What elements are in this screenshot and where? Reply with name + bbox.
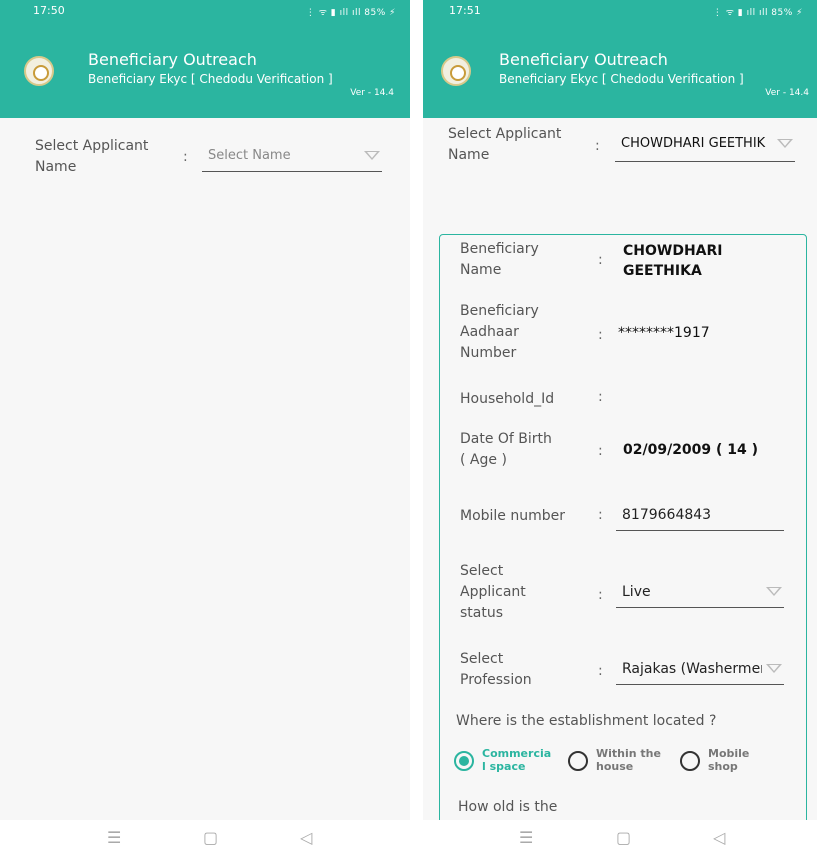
select-placeholder: Select Name — [208, 148, 291, 163]
app-subtitle: Beneficiary Ekyc [ Chedodu Verification … — [88, 72, 333, 86]
status-icons: ⋮ ᯤ ▮ ıll ıll 85% ⚡ — [712, 8, 803, 18]
menu-icon[interactable]: ☰ — [107, 828, 121, 847]
option-line: house — [596, 760, 634, 773]
dob-value: 02/09/2009 ( 14 ) — [623, 442, 759, 458]
dob-label: Date Of Birth ( Age ) — [460, 429, 552, 471]
applicant-status-label: Select Applicant status — [460, 561, 526, 624]
label-line: Date Of Birth — [460, 431, 552, 447]
mobile-label: Mobile number — [460, 508, 566, 524]
label-line: Select — [460, 651, 504, 667]
beneficiary-card: Beneficiary Name : CHOWDHARI GEETHIKA Be… — [439, 234, 807, 820]
value-line: CHOWDHARI — [623, 243, 723, 259]
mobile-value: 8179664843 — [622, 507, 712, 523]
label-line: status — [460, 605, 504, 621]
profession-label: Select Profession — [460, 649, 532, 691]
label-line: Number — [460, 345, 517, 361]
dropdown-arrow-icon — [766, 587, 782, 596]
label-line: Name — [460, 262, 502, 278]
colon: : — [598, 587, 603, 603]
label-line: ( Age ) — [460, 452, 507, 468]
label-line: Applicant — [460, 584, 526, 600]
app-subtitle: Beneficiary Ekyc [ Chedodu Verification … — [499, 72, 744, 86]
status-bar: 17:51 ⋮ ᯤ ▮ ıll ıll 85% ⚡ — [423, 0, 817, 22]
radio-commercial-space[interactable] — [454, 751, 474, 771]
emblem-icon — [441, 56, 471, 86]
label-line: Beneficiary — [460, 241, 539, 257]
home-icon[interactable]: ▢ — [203, 828, 218, 847]
option-line: l space — [482, 760, 526, 773]
option-line: Within the — [596, 747, 661, 760]
app-title: Beneficiary Outreach — [499, 50, 668, 69]
right-screen: 17:51 ⋮ ᯤ ▮ ıll ıll 85% ⚡ Beneficiary Ou… — [423, 0, 817, 820]
option-line: Commercia — [482, 747, 552, 760]
applicant-name-select[interactable]: CHOWDHARI GEETHIK — [615, 136, 795, 162]
profession-select[interactable]: Rajakas (Washermen) — [616, 661, 784, 685]
aadhaar-value: ********1917 — [618, 325, 710, 341]
radio-within-house[interactable] — [568, 751, 588, 771]
household-label: Household_Id — [460, 391, 555, 407]
label-line: Profession — [460, 672, 532, 688]
menu-icon[interactable]: ☰ — [519, 828, 533, 847]
dropdown-arrow-icon — [777, 139, 793, 148]
colon: : — [595, 138, 600, 154]
label-line: Aadhaar — [460, 324, 519, 340]
applicant-label-line1: Select Applicant — [448, 126, 562, 142]
dropdown-arrow-icon — [766, 664, 782, 673]
applicant-label-line1: Select Applicant — [35, 138, 149, 154]
applicant-label-line2: Name — [448, 147, 490, 163]
status-bar: 17:50 ⋮ ᯤ ▮ ıll ıll 85% ⚡ — [0, 0, 410, 22]
app-bar: Beneficiary Outreach Beneficiary Ekyc [ … — [0, 22, 410, 118]
applicant-status-select[interactable]: Live — [616, 584, 784, 608]
app-version: Ver - 14.4 — [765, 88, 809, 98]
beneficiary-name-value: CHOWDHARI GEETHIKA — [623, 241, 723, 281]
status-value: Live — [622, 584, 651, 600]
radio-label-within-house: Within the house — [596, 747, 661, 773]
colon: : — [598, 507, 603, 523]
applicant-label: Select Applicant Name — [35, 136, 148, 178]
applicant-label-line2: Name — [35, 159, 77, 175]
aadhaar-label: Beneficiary Aadhaar Number — [460, 301, 539, 364]
profession-value: Rajakas (Washermen) — [622, 661, 762, 677]
selected-applicant: CHOWDHARI GEETHIK — [621, 136, 766, 151]
back-icon[interactable]: ◁ — [300, 828, 312, 847]
colon: : — [598, 443, 603, 459]
status-time: 17:50 — [33, 4, 65, 17]
colon: : — [598, 327, 603, 343]
colon: : — [598, 663, 603, 679]
left-screen: 17:50 ⋮ ᯤ ▮ ıll ıll 85% ⚡ Beneficiary Ou… — [0, 0, 410, 820]
value-line: GEETHIKA — [623, 263, 702, 279]
colon: : — [598, 389, 603, 405]
left-nav-bar: ☰ ▢ ◁ — [0, 820, 410, 860]
right-nav-bar: ☰ ▢ ◁ — [423, 820, 817, 860]
establishment-question: Where is the establishment located ? — [456, 713, 717, 729]
status-icons: ⋮ ᯤ ▮ ıll ıll 85% ⚡ — [305, 8, 396, 18]
home-icon[interactable]: ▢ — [616, 828, 631, 847]
app-bar: Beneficiary Outreach Beneficiary Ekyc [ … — [423, 22, 817, 118]
option-line: shop — [708, 760, 738, 773]
colon: : — [183, 149, 188, 165]
status-time: 17:51 — [449, 4, 481, 17]
beneficiary-name-label: Beneficiary Name — [460, 239, 539, 281]
app-title: Beneficiary Outreach — [88, 50, 257, 69]
radio-label-mobile-shop: Mobile shop — [708, 747, 749, 773]
option-line: Mobile — [708, 747, 750, 760]
back-icon[interactable]: ◁ — [713, 828, 725, 847]
mobile-number-input[interactable]: 8179664843 — [616, 505, 784, 531]
app-version: Ver - 14.4 — [350, 88, 394, 98]
applicant-label: Select Applicant Name — [448, 124, 561, 166]
label-line: Beneficiary — [460, 303, 539, 319]
dropdown-arrow-icon — [364, 151, 380, 160]
colon: : — [598, 252, 603, 268]
radio-label-commercial: Commercia l space — [482, 747, 551, 773]
applicant-name-select[interactable]: Select Name — [202, 148, 382, 172]
radio-mobile-shop[interactable] — [680, 751, 700, 771]
next-question: How old is the — [458, 799, 558, 815]
emblem-icon — [24, 56, 54, 86]
label-line: Select — [460, 563, 504, 579]
